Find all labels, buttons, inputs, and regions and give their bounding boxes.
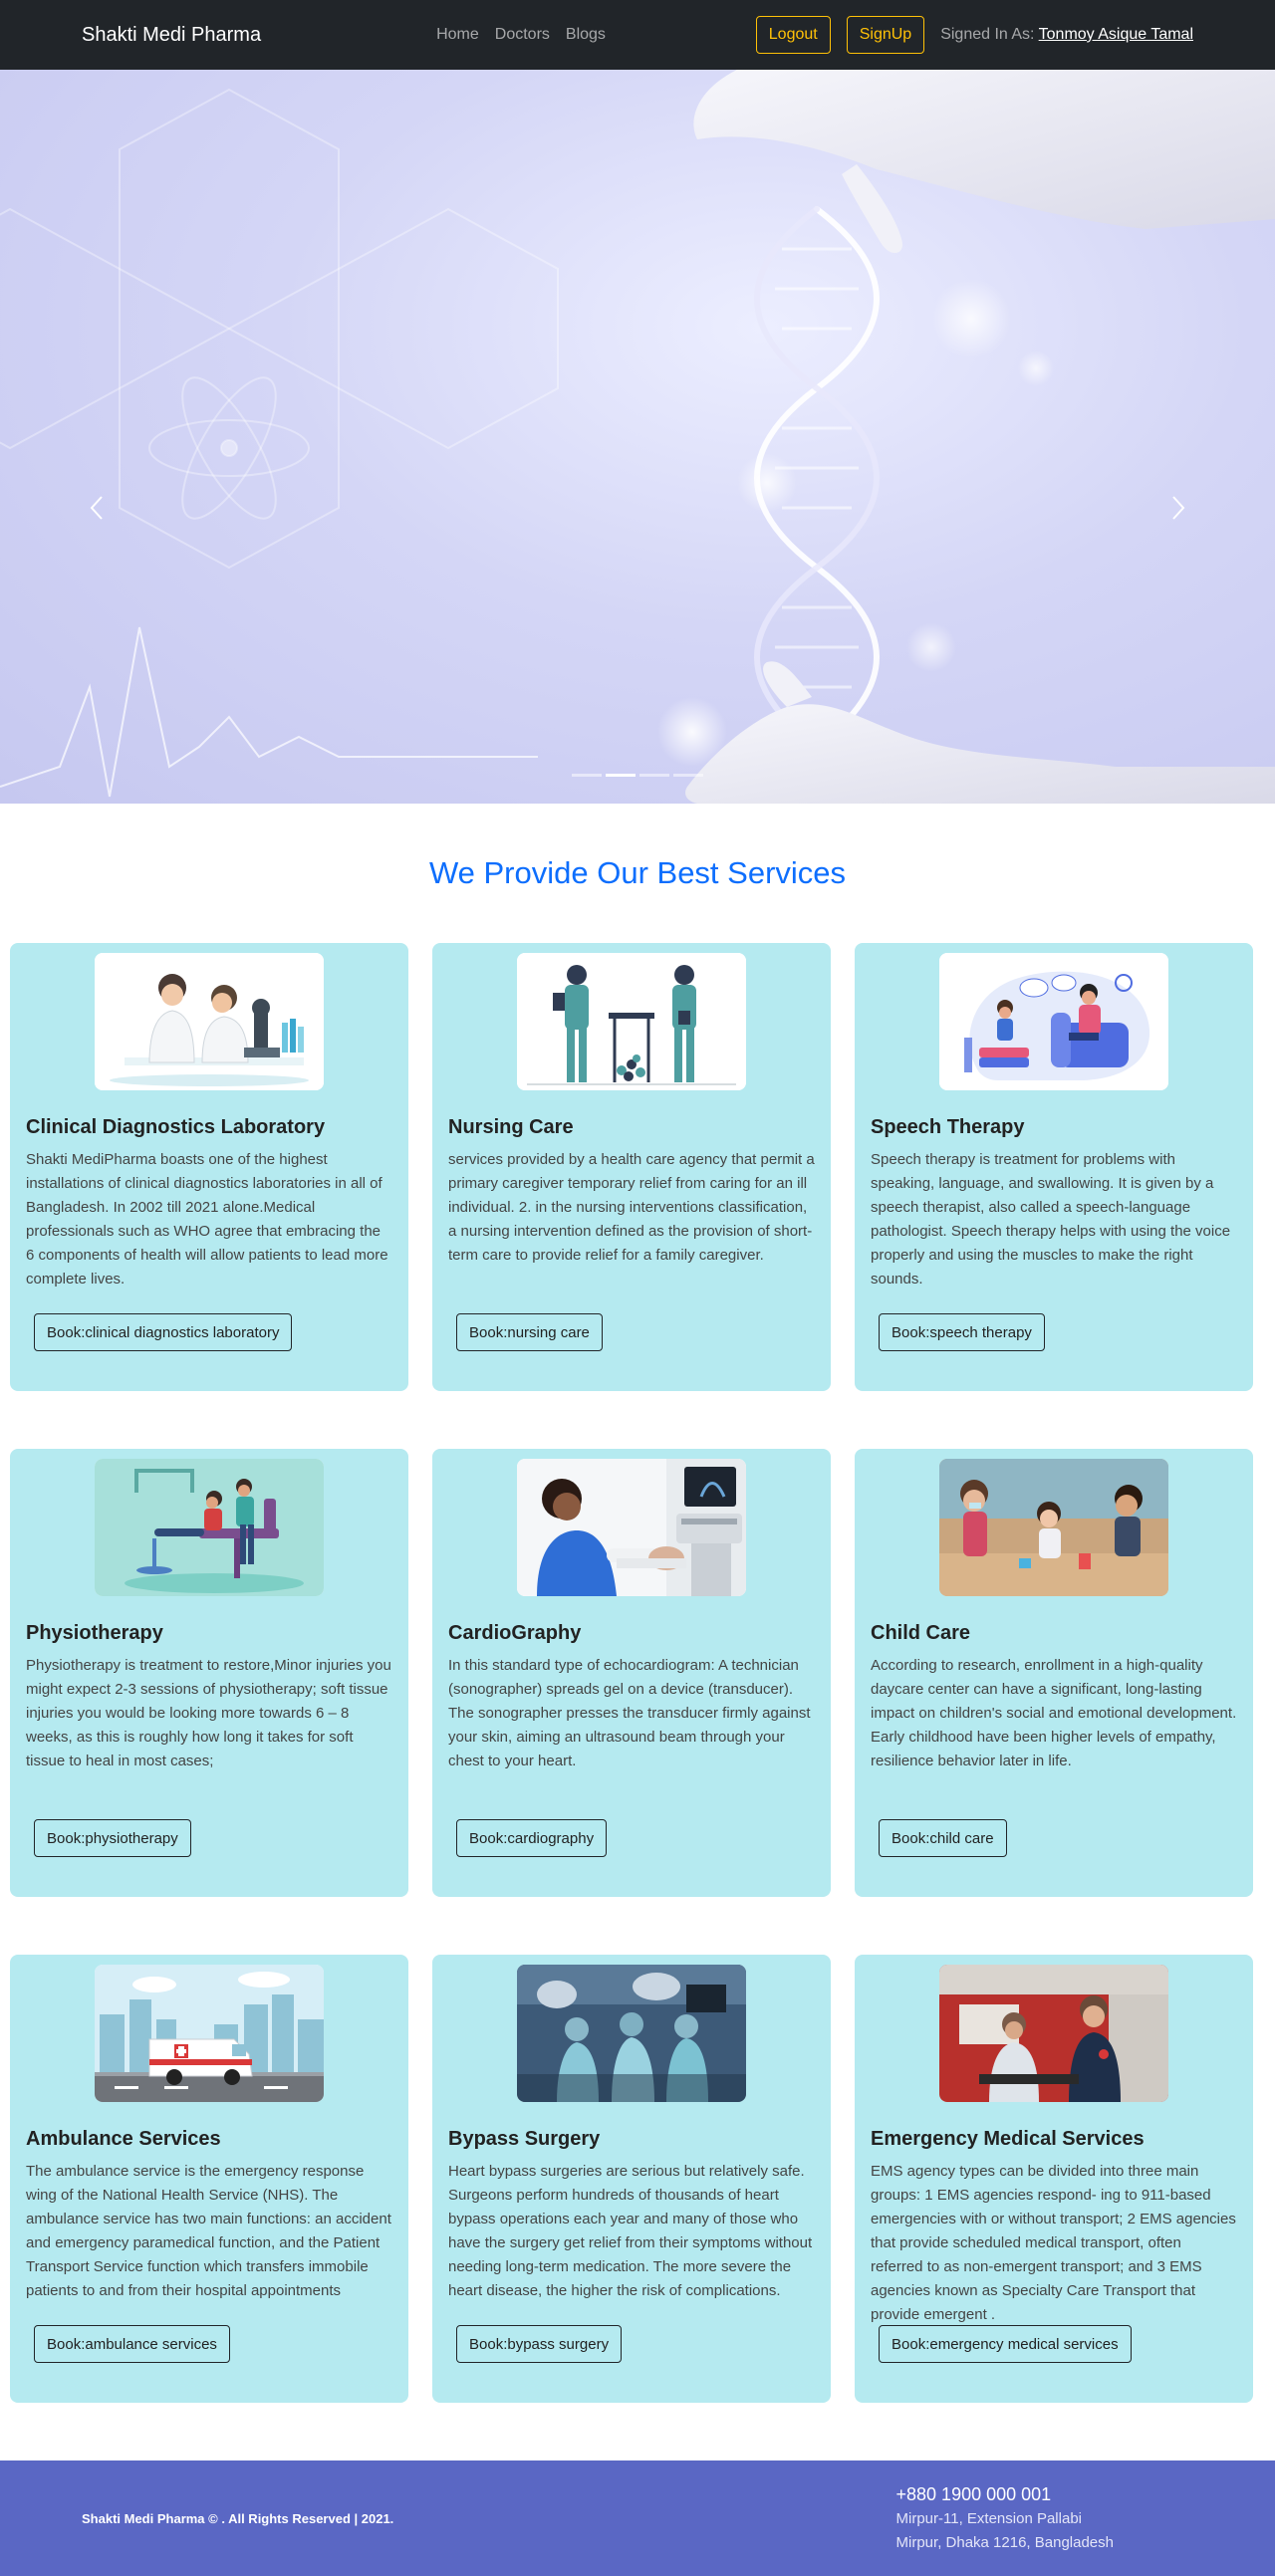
nav-link-doctors[interactable]: Doctors — [495, 26, 550, 44]
book-emergency-medical-services-button[interactable]: Book:emergency medical services — [879, 2325, 1132, 2363]
card-title: Physiotherapy — [26, 1622, 163, 1644]
carousel-next-button[interactable] — [1163, 488, 1193, 528]
card-text: services provided by a health care agenc… — [448, 1151, 815, 1264]
brand-logo[interactable]: Shakti Medi Pharma — [82, 24, 261, 47]
bypass-surgery-image — [517, 1965, 746, 2102]
card-text: Heart bypass surgeries are serious but r… — [448, 2163, 813, 2299]
services-grid: Clinical Diagnostics Laboratory Shakti M… — [0, 943, 1275, 2403]
footer: Shakti Medi Pharma © . All Rights Reserv… — [0, 2460, 1275, 2576]
services-heading: We Provide Our Best Services — [428, 855, 847, 890]
footer-phone: +880 1900 000 001 — [895, 2484, 1052, 2504]
card-title: Bypass Surgery — [448, 2128, 601, 2150]
carousel-indicators — [572, 774, 703, 777]
service-card-nursing-care: Nursing Care services provided by a heal… — [432, 943, 831, 1391]
footer-contact: +880 1900 000 001 Mirpur-11, Extension P… — [896, 2481, 1114, 2555]
signup-button[interactable]: SignUp — [846, 16, 925, 54]
card-text: In this standard type of echocardiogram:… — [448, 1657, 811, 1769]
service-card-clinical-diagnostics: Clinical Diagnostics Laboratory Shakti M… — [10, 943, 408, 1391]
child-care-image — [939, 1459, 1168, 1596]
card-text: Shakti MediPharma boasts one of the high… — [26, 1151, 388, 1288]
carousel-indicator[interactable] — [673, 774, 703, 777]
book-physiotherapy-button[interactable]: Book:physiotherapy — [34, 1819, 191, 1857]
emergency-medical-image — [939, 1965, 1168, 2102]
book-cardiography-button[interactable]: Book:cardiography — [456, 1819, 608, 1857]
service-card-cardiography: CardioGraphy In this standard type of ec… — [432, 1449, 831, 1897]
nav-link-home[interactable]: Home — [436, 26, 479, 44]
signed-in-prefix: Signed In As: — [940, 26, 1035, 43]
nav-links: Home Doctors Blogs — [436, 26, 606, 44]
book-ambulance-services-button[interactable]: Book:ambulance services — [34, 2325, 230, 2363]
card-title: CardioGraphy — [448, 1622, 582, 1644]
card-text: According to research, enrollment in a h… — [871, 1657, 1237, 1769]
signed-in-status: Signed In As: Tonmoy Asique Tamal — [940, 26, 1193, 44]
book-clinical-diagnostics-button[interactable]: Book:clinical diagnostics laboratory — [34, 1313, 293, 1351]
card-text: Physiotherapy is treatment to restore,Mi… — [26, 1657, 391, 1769]
carousel-indicator[interactable] — [572, 774, 602, 777]
card-title: Speech Therapy — [871, 1116, 1025, 1138]
card-title: Emergency Medical Services — [871, 2128, 1145, 2150]
speech-therapy-image — [939, 953, 1168, 1090]
card-text: EMS agency types can be divided into thr… — [871, 2163, 1236, 2323]
signed-in-user-link[interactable]: Tonmoy Asique Tamal — [1039, 26, 1193, 43]
card-title: Child Care — [871, 1622, 971, 1644]
chevron-right-icon — [1172, 496, 1185, 520]
clinical-lab-image — [95, 953, 324, 1090]
service-card-physiotherapy: Physiotherapy Physiotherapy is treatment… — [10, 1449, 408, 1897]
hero-carousel — [0, 70, 1275, 804]
nav-link-blogs[interactable]: Blogs — [566, 26, 606, 44]
service-card-ambulance: Ambulance Services The ambulance service… — [10, 1955, 408, 2403]
footer-copyright: Shakti Medi Pharma © . All Rights Reserv… — [82, 2510, 394, 2526]
book-child-care-button[interactable]: Book:child care — [879, 1819, 1007, 1857]
service-card-child-care: Child Care According to research, enroll… — [855, 1449, 1253, 1897]
carousel-prev-button[interactable] — [82, 488, 112, 528]
service-card-emergency-medical: Emergency Medical Services EMS agency ty… — [855, 1955, 1253, 2403]
card-text: The ambulance service is the emergency r… — [26, 2163, 391, 2299]
physiotherapy-image — [95, 1459, 324, 1596]
nav-actions: Logout SignUp Signed In As: Tonmoy Asiqu… — [755, 16, 1193, 54]
footer-address-line2: Mirpur, Dhaka 1216, Bangladesh — [895, 2534, 1114, 2551]
card-title: Ambulance Services — [26, 2128, 221, 2150]
navbar: Shakti Medi Pharma Home Doctors Blogs Lo… — [0, 0, 1275, 70]
hero-dna-gloves-image — [0, 70, 1275, 804]
cardiography-image — [517, 1459, 746, 1596]
ambulance-image — [95, 1965, 324, 2102]
logout-button[interactable]: Logout — [755, 16, 831, 54]
carousel-indicator[interactable] — [606, 774, 636, 777]
book-nursing-care-button[interactable]: Book:nursing care — [456, 1313, 603, 1351]
book-speech-therapy-button[interactable]: Book:speech therapy — [879, 1313, 1045, 1351]
card-title: Clinical Diagnostics Laboratory — [26, 1116, 326, 1138]
carousel-indicator[interactable] — [639, 774, 669, 777]
card-title: Nursing Care — [448, 1116, 574, 1138]
nursing-care-image — [517, 953, 746, 1090]
card-text: Speech therapy is treatment for problems… — [871, 1151, 1231, 1288]
chevron-left-icon — [90, 496, 103, 520]
book-bypass-surgery-button[interactable]: Book:bypass surgery — [456, 2325, 623, 2363]
service-card-bypass-surgery: Bypass Surgery Heart bypass surgeries ar… — [432, 1955, 831, 2403]
service-card-speech-therapy: Speech Therapy Speech therapy is treatme… — [855, 943, 1253, 1391]
footer-address-line1: Mirpur-11, Extension Pallabi — [895, 2510, 1082, 2527]
